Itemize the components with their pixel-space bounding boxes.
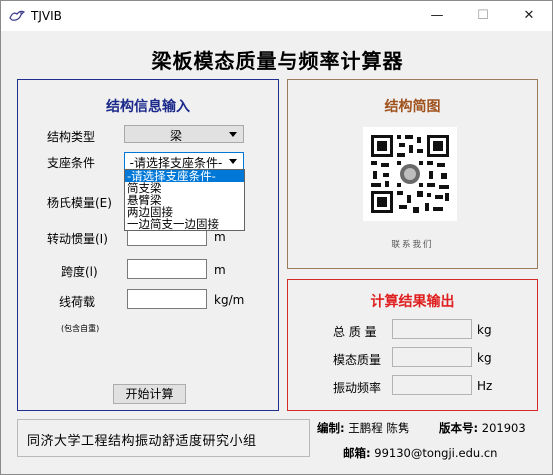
email-info: 邮箱: 99130@tongji.edu.cn — [343, 445, 497, 461]
version-label: 版本号: — [439, 421, 479, 435]
maximize-button[interactable]: ☐ — [460, 1, 506, 31]
modal-mass-label: 模态质量 — [333, 353, 382, 367]
output-panel-heading: 计算结果输出 — [370, 294, 455, 310]
modal-mass-unit: kg — [477, 351, 492, 365]
support-option-simply-supported[interactable]: 简支梁 — [125, 182, 244, 194]
structure-type-value: 梁 — [169, 129, 182, 143]
moment-of-inertia-label: 转动惯量(I) — [47, 232, 108, 246]
window-title: TJVIB — [31, 9, 62, 23]
chevron-down-icon — [229, 159, 237, 164]
email-address[interactable]: 99130@tongji.edu.cn — [374, 446, 497, 460]
bird-logo-icon — [9, 10, 25, 21]
support-condition-select[interactable]: -请选择支座条件- — [124, 152, 244, 170]
structure-diagram-heading: 结构简图 — [384, 99, 441, 115]
calculate-button[interactable]: 开始计算 — [113, 384, 186, 404]
input-panel-heading: 结构信息输入 — [106, 99, 190, 115]
line-load-note: (包含自重) — [61, 324, 100, 333]
moment-of-inertia-unit: m — [214, 230, 226, 244]
contact-us-caption: 联系我们 — [391, 240, 434, 250]
email-label: 邮箱: — [343, 446, 371, 460]
total-mass-output — [392, 319, 472, 339]
span-input[interactable] — [127, 259, 207, 279]
support-condition-dropdown[interactable]: -请选择支座条件- 简支梁 悬臂梁 两边固接 一边简支一边固接 — [124, 169, 245, 231]
support-option-cantilever[interactable]: 悬臂梁 — [125, 194, 244, 206]
frequency-output — [392, 375, 472, 395]
line-load-input[interactable] — [127, 289, 207, 309]
title-bar[interactable]: TJVIB — ☐ ✕ — [1, 1, 552, 31]
line-load-unit: kg/m — [214, 293, 245, 307]
editor-info: 编制: 王鹏程 陈隽 — [317, 420, 409, 436]
frequency-label: 振动频率 — [333, 381, 382, 395]
qr-code-icon — [363, 127, 457, 221]
app-window: TJVIB — ☐ ✕ 梁板模态质量与频率计算器 结构信息输入 结构类型 梁 支… — [0, 0, 553, 475]
support-condition-label: 支座条件 — [47, 156, 96, 170]
line-load-label: 线荷载 — [59, 295, 96, 309]
support-option-simple-fixed[interactable]: 一边简支一边固接 — [125, 218, 244, 230]
frequency-unit: Hz — [477, 379, 493, 393]
editor-names: 王鹏程 陈隽 — [348, 421, 410, 435]
support-option-both-fixed[interactable]: 两边固接 — [125, 206, 244, 218]
version-info: 版本号: 201903 — [439, 420, 526, 436]
research-group-name: 同济大学工程结构振动舒适度研究小组 — [27, 434, 257, 449]
minimize-button[interactable]: — — [414, 1, 460, 31]
youngs-modulus-label: 杨氏模量(E) — [47, 196, 112, 210]
total-mass-unit: kg — [477, 323, 492, 337]
app-title: 梁板模态质量与频率计算器 — [151, 49, 404, 73]
modal-mass-output — [392, 347, 472, 367]
span-unit: m — [214, 263, 226, 277]
structure-type-label: 结构类型 — [47, 130, 96, 144]
span-label: 跨度(l) — [61, 265, 98, 279]
total-mass-label: 总 质 量 — [333, 325, 377, 339]
support-option-placeholder[interactable]: -请选择支座条件- — [125, 170, 244, 182]
chevron-down-icon — [229, 132, 237, 137]
version-number: 201903 — [481, 421, 526, 435]
close-button[interactable]: ✕ — [506, 1, 552, 31]
editor-label: 编制: — [317, 421, 345, 435]
structure-type-select[interactable]: 梁 — [124, 125, 244, 143]
